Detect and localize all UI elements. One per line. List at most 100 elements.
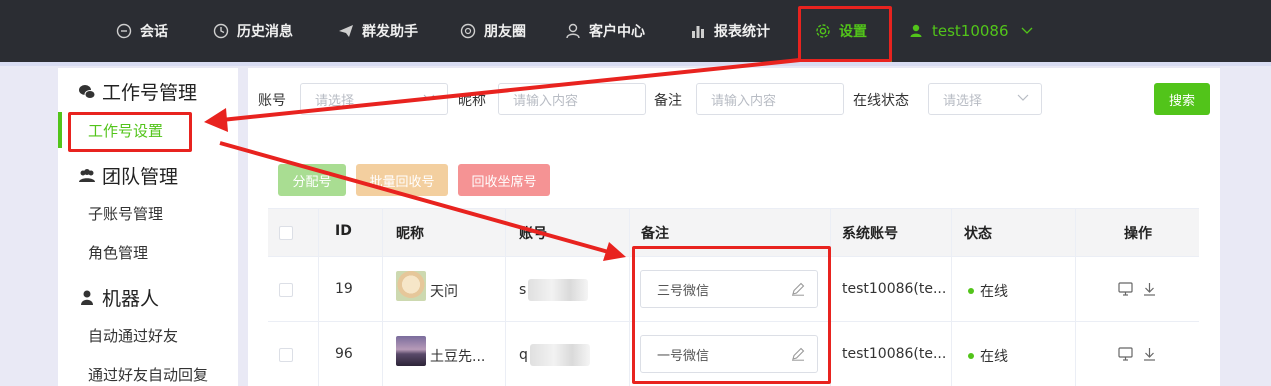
col-divider	[629, 209, 630, 386]
gear-icon	[815, 23, 831, 39]
pencil-icon[interactable]	[791, 282, 805, 296]
assign-button[interactable]: 分配号	[278, 164, 346, 196]
sidebar-group-title: 团队管理	[102, 166, 179, 188]
row-system-account: test10086(te...	[842, 346, 947, 362]
row-checkbox[interactable]	[279, 283, 293, 297]
sidebar-group-workaccount[interactable]: 工作号管理	[78, 78, 197, 105]
row-account-cell: s	[519, 279, 589, 301]
header-account[interactable]: 账号	[519, 223, 547, 243]
sidebar-item-roles[interactable]: 角色管理	[88, 242, 148, 263]
send-icon	[338, 23, 354, 39]
batch-recycle-button[interactable]: 批量回收号	[356, 164, 448, 196]
chevron-down-icon	[1017, 92, 1029, 105]
row-system-account: test10086(te...	[842, 281, 947, 297]
sidebar-item-workaccount-settings[interactable]: 工作号设置	[88, 120, 163, 141]
work-account-table: ID 昵称 账号 备注 系统账号 状态 操作 19 天问 s 三号微信 test…	[268, 208, 1199, 386]
row-nickname-cell: 土豆先...	[396, 336, 485, 366]
nav-item-customer-center[interactable]: 客户中心	[565, 0, 645, 62]
online-dot-icon	[968, 288, 974, 294]
col-divider	[318, 209, 319, 386]
redacted-account	[529, 344, 590, 366]
monitor-icon[interactable]	[1118, 282, 1133, 300]
remark-input[interactable]: 请输入内容	[696, 83, 844, 115]
chat-icon	[116, 23, 132, 39]
nav-label: 客户中心	[589, 24, 645, 40]
nav-label: 设置	[839, 24, 867, 40]
sidebar-item-auto-accept[interactable]: 自动通过好友	[88, 325, 178, 346]
user-icon	[908, 23, 924, 39]
status-select[interactable]: 请选择	[928, 83, 1042, 115]
sidebar-active-indicator	[58, 112, 62, 148]
sidebar-group-team[interactable]: 团队管理	[78, 162, 178, 189]
row-actions	[1118, 282, 1156, 300]
chevron-down-icon	[1021, 24, 1033, 38]
download-icon[interactable]	[1143, 282, 1156, 300]
remark-input-placeholder: 请输入内容	[711, 93, 777, 109]
pencil-icon[interactable]	[791, 347, 805, 361]
nav-item-chat[interactable]: 会话	[116, 0, 168, 62]
nav-label: 会话	[140, 24, 168, 40]
status-filter-label: 在线状态	[853, 93, 909, 109]
online-dot-icon	[968, 353, 974, 359]
clock-icon	[213, 23, 229, 39]
header-status[interactable]: 状态	[964, 223, 992, 243]
nav-label: 历史消息	[237, 24, 293, 40]
recycle-seat-button[interactable]: 回收坐席号	[458, 164, 550, 196]
main-panel: 账号 请选择 昵称 请输入内容 备注 请输入内容 在线状态 请选择 搜索 分配号…	[248, 68, 1220, 386]
nav-item-history[interactable]: 历史消息	[213, 0, 293, 62]
nav-item-broadcast[interactable]: 群发助手	[338, 0, 418, 62]
nav-label: 群发助手	[362, 24, 418, 40]
sidebar-item-auto-reply[interactable]: 通过好友自动回复	[88, 364, 208, 385]
username: test10086	[932, 22, 1009, 40]
top-navigation-bar: 会话 历史消息 群发助手 朋友圈 客户中心 报表统计 设置 test10086	[0, 0, 1271, 62]
monitor-icon[interactable]	[1118, 347, 1133, 365]
row-actions	[1118, 347, 1156, 365]
row-account: s	[519, 282, 527, 298]
nav-label: 朋友圈	[484, 24, 526, 40]
avatar	[396, 271, 426, 301]
row-account: q	[519, 347, 528, 363]
search-button[interactable]: 搜索	[1154, 83, 1210, 115]
download-icon[interactable]	[1143, 347, 1156, 365]
row-checkbox[interactable]	[279, 348, 293, 362]
remark-filter-label: 备注	[654, 93, 682, 109]
account-select[interactable]: 请选择	[300, 83, 448, 115]
col-divider	[830, 209, 831, 386]
avatar	[396, 336, 426, 366]
nickname-input-placeholder: 请输入内容	[513, 93, 579, 109]
remark-edit-field[interactable]: 三号微信	[640, 270, 818, 308]
nav-item-settings[interactable]: 设置	[815, 0, 867, 62]
col-divider	[1075, 209, 1076, 386]
row-account-cell: q	[519, 344, 590, 366]
nav-item-moments[interactable]: 朋友圈	[460, 0, 526, 62]
wechat-icon	[78, 83, 96, 101]
header-nickname[interactable]: 昵称	[396, 223, 424, 243]
header-actions: 操作	[1124, 226, 1152, 242]
nav-label: 报表统计	[714, 24, 770, 40]
nav-item-reports[interactable]: 报表统计	[690, 0, 770, 62]
row-id: 96	[335, 346, 353, 362]
header-system-account[interactable]: 系统账号	[842, 223, 898, 243]
redacted-account	[528, 279, 589, 301]
sidebar-item-sub-accounts[interactable]: 子账号管理	[88, 203, 163, 224]
account-select-placeholder: 请选择	[315, 93, 355, 109]
status-select-placeholder: 请选择	[943, 93, 983, 109]
header-remark[interactable]: 备注	[641, 223, 669, 243]
team-icon	[78, 167, 96, 185]
chevron-down-icon	[423, 92, 435, 105]
select-all-checkbox[interactable]	[279, 226, 293, 240]
user-menu[interactable]: test10086	[908, 0, 1033, 62]
header-divider	[0, 62, 1271, 66]
sidebar-group-robot[interactable]: 机器人	[78, 284, 159, 311]
row-nickname-cell: 天问	[396, 271, 458, 301]
sidebar-group-title: 工作号管理	[102, 82, 198, 104]
user-outline-icon	[565, 23, 581, 39]
remark-edit-field[interactable]: 一号微信	[640, 335, 818, 373]
row-nickname: 天问	[430, 284, 458, 300]
aperture-icon	[460, 23, 476, 39]
nickname-input[interactable]: 请输入内容	[498, 83, 646, 115]
nickname-filter-label: 昵称	[458, 93, 486, 109]
row-status: 在线	[980, 349, 1008, 365]
sidebar-group-title: 机器人	[102, 288, 160, 310]
header-id[interactable]: ID	[335, 223, 352, 239]
